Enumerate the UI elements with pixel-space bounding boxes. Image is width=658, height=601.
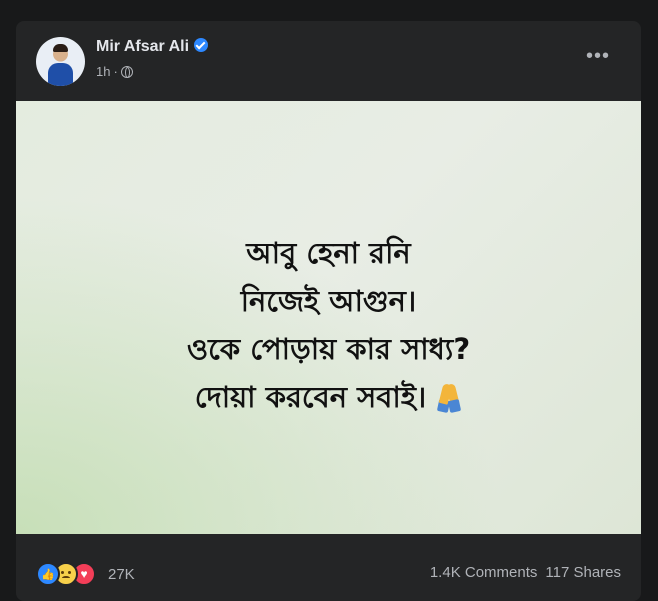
post-header: Mir Afsar Ali 1h · ••• — [16, 21, 641, 101]
reaction-count[interactable]: 27K — [108, 566, 135, 583]
post-time[interactable]: 1h — [96, 64, 110, 79]
post-meta: 1h · — [96, 64, 133, 79]
shares-count[interactable]: 117 Shares — [545, 564, 621, 581]
verified-badge-icon — [194, 38, 209, 52]
post-footer: 👍 ♥ 27K 1.4K Comments 117 Shares — [16, 534, 641, 601]
reactions-summary[interactable]: 👍 ♥ 27K — [36, 562, 135, 586]
author-name[interactable]: Mir Afsar Ali — [96, 38, 209, 56]
image-text-line-with-emoji: দোয়া করবেন সবাই। — [16, 373, 641, 421]
avatar-hair — [53, 44, 68, 52]
image-text-line: আবু হেনা রনি — [246, 236, 411, 270]
post-card: Mir Afsar Ali 1h · ••• আবু হেনা রনি নিজে… — [16, 21, 641, 601]
image-text-line: ওকে পোড়ায় কার সাধ্য? — [186, 332, 471, 366]
like-icon: 👍 — [36, 562, 60, 586]
image-text-line: দোয়া করবেন সবাই। — [194, 380, 427, 414]
post-image[interactable]: আবু হেনা রনি নিজেই আগুন। ওকে পোড়ায় কার… — [16, 101, 641, 534]
comments-count[interactable]: 1.4K Comments — [430, 564, 538, 581]
avatar-body — [48, 63, 73, 86]
image-text-line: নিজেই আগুন। — [240, 284, 417, 318]
meta-separator: · — [113, 64, 118, 79]
author-name-text[interactable]: Mir Afsar Ali — [96, 38, 189, 55]
image-text: আবু হেনা রনি নিজেই আগুন। ওকে পোড়ায় কার… — [16, 229, 641, 421]
more-options-icon[interactable]: ••• — [586, 46, 610, 66]
avatar[interactable] — [36, 37, 85, 86]
post-stats: 1.4K Comments 117 Shares — [430, 564, 621, 581]
globe-icon[interactable] — [120, 65, 133, 78]
folded-hands-icon — [436, 383, 462, 410]
